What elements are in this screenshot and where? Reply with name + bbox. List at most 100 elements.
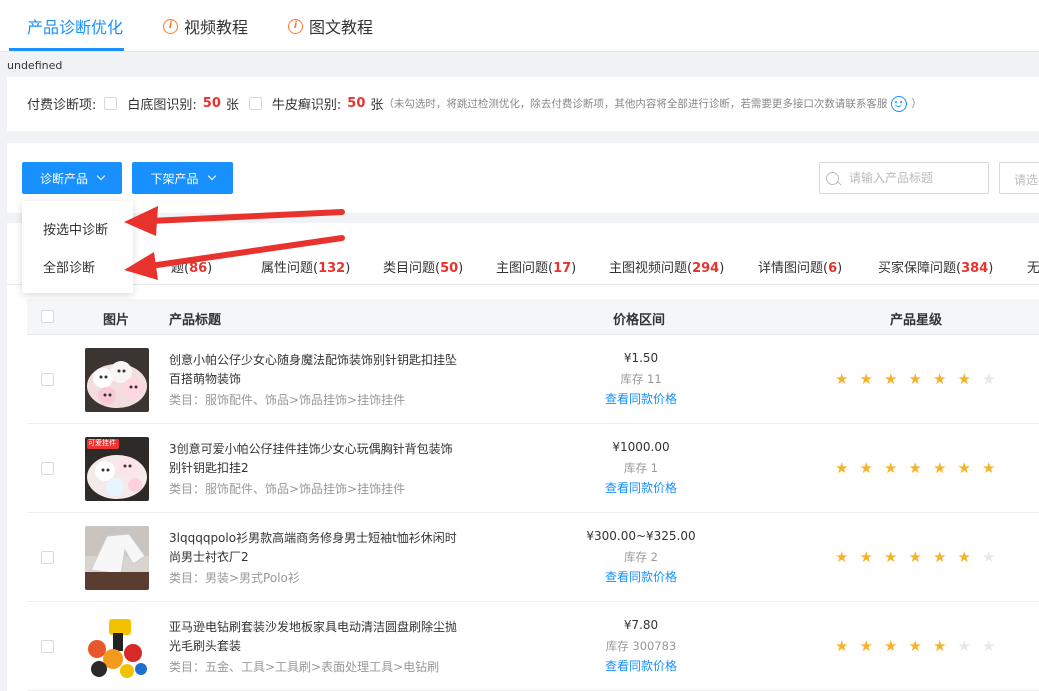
product-stock: 库存 300783 — [605, 639, 677, 653]
product-stock: 库存 1 — [624, 461, 658, 475]
star-icon: ★ — [933, 370, 947, 388]
tab-label: 图文教程 — [309, 18, 374, 37]
product-title[interactable]: 创意小帕公仔少女心随身魔法配饰装饰别针钥匙扣挂坠百搭萌物装饰 — [169, 351, 459, 389]
paid-diagnosis-label: 付费诊断项: — [27, 98, 97, 113]
tab-text-tutorial[interactable]: i 图文教程 — [288, 14, 373, 38]
category-tab[interactable]: 主图问题(17) — [496, 257, 576, 276]
table-row: 可爱挂件 3创意可爱小帕公仔挂件挂饰少女心玩偶胸针背包装饰别针钥匙扣挂2 类目：… — [27, 424, 1039, 513]
category-tab-suffix: ) — [571, 261, 577, 276]
category-tab-label: 题( — [171, 261, 190, 276]
star-icon: ★ — [908, 370, 922, 388]
star-icon: ★ — [908, 637, 922, 655]
row-checkbox[interactable] — [41, 373, 54, 386]
product-price: ¥7.80 — [623, 618, 659, 632]
col-header-rating: 产品星级 — [890, 313, 943, 328]
star-icon: ★ — [884, 637, 898, 655]
product-category: 类目：服饰配件、饰品>饰品挂饰>挂饰挂件 — [169, 482, 406, 496]
star-icon: ★ — [884, 459, 898, 477]
view-same-price-link[interactable]: 查看同款价格 — [541, 568, 741, 585]
info-icon: i — [288, 18, 303, 34]
category-tab-count: 384 — [961, 261, 989, 276]
product-title-search-input[interactable] — [849, 171, 969, 185]
category-tab[interactable]: 详情图问题(6) — [758, 257, 842, 276]
star-icon: ★ — [859, 370, 873, 388]
star-icon: ★ — [884, 370, 898, 388]
offshelf-product-label: 下架产品 — [150, 171, 199, 186]
category-tab[interactable]: 买家保障问题(384) — [878, 257, 993, 276]
category-tab-label: 无 — [1027, 261, 1039, 276]
col-header-price: 价格区间 — [613, 313, 666, 328]
view-same-price-link[interactable]: 查看同款价格 — [541, 390, 741, 407]
category-tab[interactable]: 主图视频问题(294) — [609, 257, 724, 276]
star-icon: ★ — [933, 637, 947, 655]
filter-select[interactable]: 请选 — [999, 162, 1039, 194]
star-icon: ★ — [982, 637, 996, 655]
star-icon: ★ — [884, 548, 898, 566]
category-tab-count: 17 — [553, 261, 572, 276]
star-icon: ★ — [933, 548, 947, 566]
category-tab-suffix: ) — [458, 261, 464, 276]
tab-product-diagnosis[interactable]: 产品诊断优化 — [27, 14, 123, 38]
table-row: 3lqqqqpolo衫男款高端商务修身男士短袖t恤衫休闲时尚男士衬衣厂2 类目：… — [27, 513, 1039, 602]
view-same-price-link[interactable]: 查看同款价格 — [541, 479, 741, 496]
view-same-price-link[interactable]: 查看同款价格 — [541, 657, 741, 674]
tab-video-tutorial[interactable]: i 视频教程 — [163, 14, 248, 38]
category-tab[interactable]: 题(86) — [171, 257, 212, 276]
row-checkbox[interactable] — [41, 462, 54, 475]
psoriasis-checkbox[interactable] — [248, 97, 262, 110]
chevron-down-icon — [96, 171, 106, 181]
product-title[interactable]: 亚马逊电钻刷套装沙发地板家具电动清洁圆盘刷除尘抛光毛刷头套装 — [169, 618, 459, 656]
table-row: 创意小帕公仔少女心随身魔法配饰装饰别针钥匙扣挂坠百搭萌物装饰 类目：服饰配件、饰… — [27, 335, 1039, 424]
row-checkbox[interactable] — [41, 640, 54, 653]
select-all-checkbox[interactable] — [41, 310, 54, 323]
star-rating: ★ ★ ★ ★ ★ ★ ★ — [835, 549, 1007, 565]
row-checkbox[interactable] — [41, 551, 54, 564]
active-tab-indicator — [9, 48, 124, 51]
col-header-image: 图片 — [103, 313, 130, 328]
product-price: ¥1.50 — [623, 351, 659, 365]
white-bg-checkbox[interactable] — [104, 97, 118, 110]
category-tab[interactable]: 类目问题(50) — [383, 257, 463, 276]
diagnose-product-label: 诊断产品 — [39, 171, 88, 186]
customer-service-icon[interactable] — [891, 95, 908, 112]
menu-item-diagnose-selected[interactable]: 按选中诊断 — [43, 219, 108, 238]
star-rating: ★ ★ ★ ★ ★ ★ ★ — [835, 638, 1007, 654]
product-category: 类目：男装>男式Polo衫 — [169, 571, 300, 585]
category-tab[interactable]: 无 — [1027, 257, 1039, 276]
product-category: 类目：服饰配件、饰品>饰品挂饰>挂饰挂件 — [169, 393, 406, 407]
table-header: 图片 产品标题 价格区间 产品星级 — [27, 299, 1039, 335]
product-title[interactable]: 3lqqqqpolo衫男款高端商务修身男士短袖t恤衫休闲时尚男士衬衣厂2 — [169, 529, 459, 567]
white-bg-count: 50 — [202, 96, 221, 111]
category-tab-bar: 题(86) 属性问题(132) 类目问题(50) 主图问题(17) 主图视频问题… — [7, 245, 1039, 285]
product-thumbnail — [85, 348, 149, 412]
chevron-down-icon — [207, 171, 216, 181]
category-tab-count: 86 — [189, 261, 208, 276]
star-icon: ★ — [859, 637, 873, 655]
category-tab-label: 主图视频问题( — [609, 261, 693, 276]
menu-item-diagnose-all[interactable]: 全部诊断 — [43, 257, 95, 276]
product-thumbnail — [85, 615, 149, 679]
category-tab[interactable]: 属性问题(132) — [261, 257, 350, 276]
star-icon: ★ — [835, 637, 849, 655]
star-icon: ★ — [957, 548, 971, 566]
product-category: 类目：五金、工具>工具刷>表面处理工具>电钻刷 — [169, 660, 440, 674]
star-icon: ★ — [933, 459, 947, 477]
star-icon: ★ — [957, 637, 971, 655]
white-bg-unit: 张 — [225, 98, 239, 113]
star-icon: ★ — [835, 548, 849, 566]
diagnose-product-button[interactable]: 诊断产品 — [22, 162, 122, 194]
product-price: ¥1000.00 — [612, 440, 670, 454]
arrow-annotation — [147, 209, 345, 224]
category-tab-label: 详情图问题( — [758, 261, 829, 276]
info-icon: i — [163, 18, 178, 34]
category-tab-count: 132 — [318, 261, 346, 276]
thumbnail-caption: 可爱挂件 — [88, 439, 116, 447]
star-rating: ★ ★ ★ ★ ★ ★ ★ — [835, 371, 1007, 387]
star-icon: ★ — [982, 548, 996, 566]
product-title[interactable]: 3创意可爱小帕公仔挂件挂饰少女心玩偶胸针背包装饰别针钥匙扣挂2 — [169, 440, 459, 478]
category-tab-count: 50 — [440, 261, 459, 276]
offshelf-product-button[interactable]: 下架产品 — [132, 162, 233, 194]
category-tab-suffix: ) — [837, 261, 843, 276]
category-tab-suffix: ) — [345, 261, 351, 276]
star-icon: ★ — [957, 459, 971, 477]
